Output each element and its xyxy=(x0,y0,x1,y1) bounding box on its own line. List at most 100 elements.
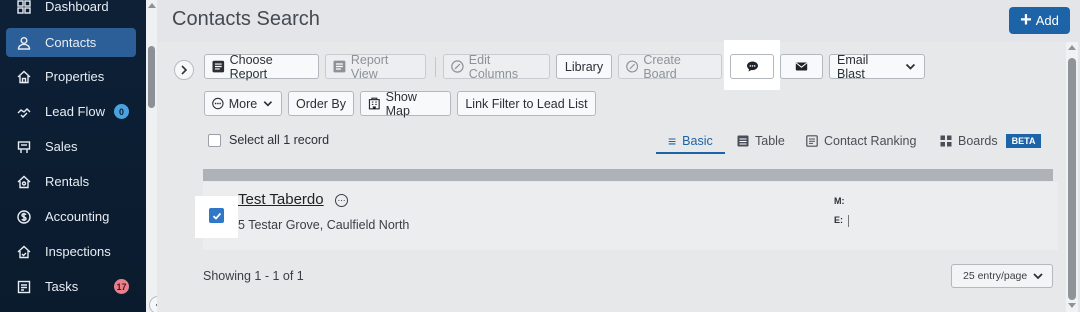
create-board-icon xyxy=(626,60,639,73)
library-button[interactable]: Library xyxy=(556,54,612,79)
sidebar-item-lead-flow[interactable]: Lead Flow 0 xyxy=(6,97,136,126)
sidebar-item-sales[interactable]: Sales xyxy=(6,132,136,161)
tab-contact-ranking[interactable]: Contact Ranking xyxy=(806,130,916,152)
library-label: Library xyxy=(564,59,604,74)
edit-columns-label: Edit Columns xyxy=(468,52,519,81)
link-filter-button[interactable]: Link Filter to Lead List xyxy=(457,91,596,116)
per-page-select[interactable]: 25 entry/page xyxy=(951,264,1053,288)
boards-icon xyxy=(940,135,952,147)
more-label: More xyxy=(228,96,258,111)
key-house-icon xyxy=(16,174,32,190)
sidebar-item-label: Dashboard xyxy=(45,0,109,14)
sidebar-item-properties[interactable]: Properties xyxy=(6,62,136,91)
per-page-value: 25 entry/page xyxy=(963,270,1028,282)
text-cursor xyxy=(848,215,849,227)
choose-report-label: Choose Report xyxy=(229,52,273,81)
table-row[interactable] xyxy=(203,182,1058,250)
add-button-label: Add xyxy=(1035,13,1059,28)
plus-icon: + xyxy=(1020,8,1032,31)
dollar-icon xyxy=(16,209,32,225)
sidebar-item-tasks[interactable]: Tasks 17 xyxy=(6,272,136,301)
sidebar-item-label: Properties xyxy=(45,69,105,84)
row-checkbox[interactable] xyxy=(209,208,224,223)
sidebar-item-accounting[interactable]: Accounting xyxy=(6,202,136,231)
table-icon xyxy=(737,135,749,147)
report-icon xyxy=(212,60,225,73)
sidebar: Dashboard Contacts Properties Lead Flow … xyxy=(0,0,147,312)
edit-columns-button[interactable]: Edit Columns xyxy=(443,52,550,81)
sidebar-scroll-thumb[interactable] xyxy=(148,46,155,108)
email-label: E: xyxy=(834,215,843,225)
choose-report-button[interactable]: Choose Report xyxy=(204,52,319,81)
tab-basic[interactable]: ≡ Basic xyxy=(656,130,725,154)
dashboard-icon xyxy=(16,0,32,15)
edit-columns-icon xyxy=(451,60,464,73)
report-icon xyxy=(333,60,346,73)
pagination-summary: Showing 1 - 1 of 1 xyxy=(203,269,304,283)
chevron-down-icon xyxy=(905,63,916,70)
show-map-button[interactable]: Show Map xyxy=(360,89,451,118)
report-view-button[interactable]: Report View xyxy=(325,52,426,81)
tab-table-label: Table xyxy=(755,134,785,148)
scroll-down-icon[interactable] xyxy=(1068,303,1076,308)
scroll-up-icon[interactable] xyxy=(1068,45,1076,50)
page-title: Contacts Search xyxy=(172,8,320,30)
sidebar-item-label: Contacts xyxy=(45,35,97,50)
main-scroll-thumb[interactable] xyxy=(1068,58,1076,300)
checkmark-icon xyxy=(212,212,221,220)
email-blast-label: Email Blast xyxy=(837,52,869,81)
building-icon xyxy=(368,97,380,110)
select-all[interactable]: Select all 1 record xyxy=(208,133,329,147)
inspection-house-icon xyxy=(16,244,32,260)
home-icon xyxy=(16,69,32,85)
sidebar-item-inspections[interactable]: Inspections xyxy=(6,237,136,266)
sidebar-scroll-up-icon[interactable] xyxy=(148,3,156,8)
show-map-label: Show Map xyxy=(385,89,417,118)
chevron-down-icon xyxy=(1033,273,1043,280)
contact-more-icon[interactable]: ⋯ xyxy=(335,194,348,207)
sms-button[interactable] xyxy=(730,54,774,79)
link-filter-label: Link Filter to Lead List xyxy=(465,96,588,111)
contact-name-link[interactable]: Test Taberdo xyxy=(238,191,324,208)
email-blast-dropdown[interactable]: Email Blast xyxy=(829,52,925,81)
ranking-icon xyxy=(806,135,818,147)
sidebar-item-dashboard[interactable]: Dashboard xyxy=(6,0,136,21)
lead-flow-count-badge: 0 xyxy=(114,104,129,119)
order-by-label: Order By xyxy=(296,96,347,111)
tab-boards-label: Boards xyxy=(958,134,998,148)
chevron-down-icon xyxy=(263,101,273,107)
email-button[interactable] xyxy=(780,54,823,79)
report-view-label: Report View xyxy=(350,52,389,81)
more-dots-icon xyxy=(212,97,224,110)
contact-address: 5 Testar Grove, Caulfield North xyxy=(238,218,410,232)
add-button[interactable]: + Add xyxy=(1009,7,1070,34)
mobile-label: M: xyxy=(834,196,845,206)
select-all-checkbox[interactable] xyxy=(208,133,221,147)
expand-filters-button[interactable] xyxy=(174,60,194,80)
sidebar-item-contacts[interactable]: Contacts xyxy=(6,28,136,57)
select-all-label: Select all 1 record xyxy=(229,133,330,147)
sidebar-item-rentals[interactable]: Rentals xyxy=(6,167,136,196)
envelope-icon xyxy=(795,62,808,71)
sidebar-item-label: Tasks xyxy=(45,279,79,294)
create-board-label: Create Board xyxy=(643,52,681,81)
tab-basic-label: Basic xyxy=(682,134,713,148)
sidebar-item-label: Lead Flow xyxy=(45,104,105,119)
sidebar-item-label: Accounting xyxy=(45,209,110,224)
results-header-bar xyxy=(203,169,1053,181)
order-by-button[interactable]: Order By xyxy=(288,91,354,116)
beta-badge: BETA xyxy=(1005,134,1042,148)
tab-boards[interactable]: Boards BETA xyxy=(940,130,1042,152)
tasks-count-badge: 17 xyxy=(114,279,129,294)
tasks-icon xyxy=(16,279,32,295)
tab-table[interactable]: Table xyxy=(737,130,785,152)
sidebar-item-label: Rentals xyxy=(45,174,90,189)
chat-bubble-icon xyxy=(746,61,758,72)
sidebar-item-label: Inspections xyxy=(45,244,111,259)
handshake-icon xyxy=(16,104,32,120)
sidebar-item-label: Sales xyxy=(45,139,78,154)
create-board-button[interactable]: Create Board xyxy=(618,52,722,81)
person-icon xyxy=(16,35,32,51)
more-dropdown[interactable]: More xyxy=(204,91,282,116)
list-icon: ≡ xyxy=(668,133,677,149)
